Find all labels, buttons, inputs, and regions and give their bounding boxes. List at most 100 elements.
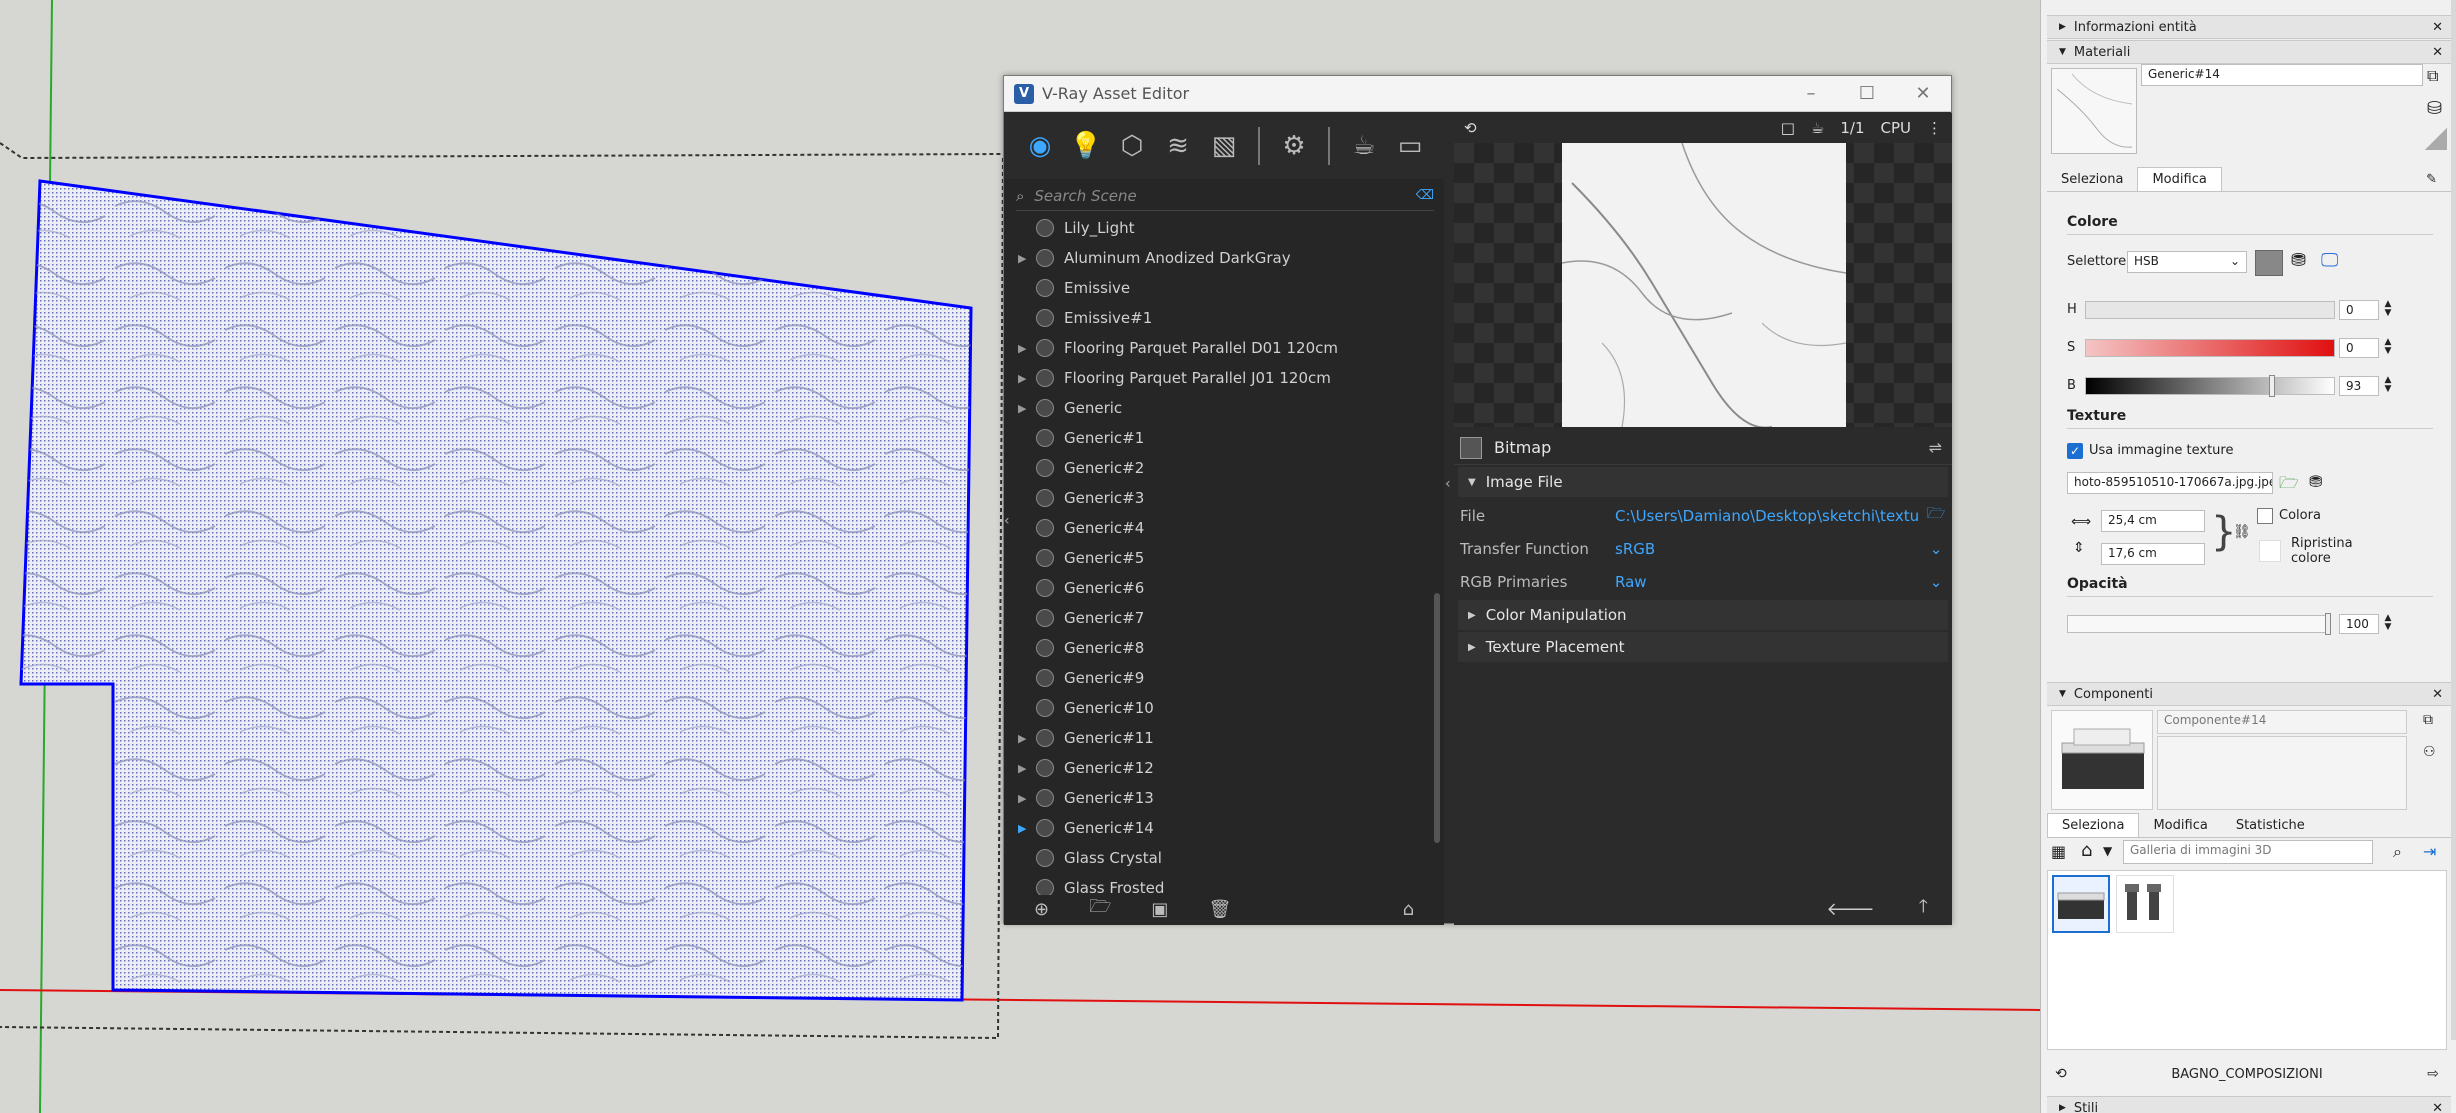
expand-triangle-icon[interactable]: ▶ [1018, 822, 1036, 835]
material-name-field[interactable]: Generic#14 [2141, 64, 2423, 86]
more-options-icon[interactable]: ⋮ [1927, 119, 1942, 137]
opacity-value-field[interactable]: 100 [2339, 614, 2379, 634]
material-list-item[interactable]: Generic#8 [1004, 633, 1436, 663]
material-list-item[interactable]: Emissive#1 [1004, 303, 1436, 333]
reset-color-swatch[interactable] [2259, 540, 2281, 562]
component-name-field[interactable]: Componente#14 [2157, 710, 2407, 734]
open-folder-icon[interactable]: 🗁 [1089, 894, 1111, 924]
material-list-item[interactable]: ▶ Flooring Parquet Parallel D01 120cm [1004, 333, 1436, 363]
color-manipulation-section[interactable]: ▶ Color Manipulation [1458, 600, 1948, 630]
comp-tab-edit[interactable]: Modifica [2139, 814, 2221, 837]
color-swatch[interactable] [2255, 250, 2283, 276]
material-list-item[interactable]: Generic#9 [1004, 663, 1436, 693]
expand-triangle-icon[interactable]: ▶ [1018, 252, 1036, 265]
preview-sync-icon[interactable]: ⟲ [1464, 119, 1477, 137]
h-value-field[interactable]: 0 [2339, 300, 2379, 320]
lock-aspect-icon[interactable]: ⛓ [2233, 524, 2251, 540]
expand-triangle-icon[interactable]: ▶ [1018, 792, 1036, 805]
material-list-item[interactable]: Generic#1 [1004, 423, 1436, 453]
match-screen-color-icon[interactable]: 🖵 [2321, 250, 2338, 271]
material-list-item[interactable]: ▶ Flooring Parquet Parallel J01 120cm [1004, 363, 1436, 393]
file-path-value[interactable]: C:\Users\Damiano\Desktop\sketchi\texture… [1615, 507, 1920, 525]
material-list-item[interactable]: Generic#7 [1004, 603, 1436, 633]
primaries-select[interactable]: Raw [1615, 573, 1920, 591]
material-list-item[interactable]: Generic#5 [1004, 543, 1436, 573]
expand-triangle-icon[interactable]: ▶ [1018, 342, 1036, 355]
navigate-icon[interactable]: ⇥ [2423, 842, 2436, 861]
edit-texture-icon[interactable]: ⛃ [2309, 472, 2322, 491]
material-list-item[interactable]: ▶ Generic [1004, 393, 1436, 423]
material-list-item[interactable]: Generic#2 [1004, 453, 1436, 483]
preview-square-icon[interactable]: □ [1781, 119, 1795, 137]
opacity-stepper[interactable]: ▲ ▼ [2381, 614, 2395, 632]
b-slider-knob[interactable] [2269, 375, 2275, 397]
default-material-icon[interactable] [2425, 128, 2447, 150]
preview-engine[interactable]: CPU [1881, 119, 1912, 137]
s-stepper[interactable]: ▲ ▼ [2381, 338, 2395, 356]
material-list-item[interactable]: Emissive [1004, 273, 1436, 303]
expand-triangle-icon[interactable]: ▶ [1018, 762, 1036, 775]
opacity-slider-knob[interactable] [2325, 613, 2331, 635]
use-texture-checkbox[interactable]: ✓ [2067, 443, 2083, 459]
close-button[interactable]: ✕ [1895, 83, 1951, 104]
clear-filter-icon[interactable]: ⌫ [1416, 188, 1434, 203]
material-list-item[interactable]: Generic#3 [1004, 483, 1436, 513]
component-options-icon[interactable]: ⧉ [2423, 712, 2433, 728]
back-arrow-icon[interactable]: 🡐 [1826, 899, 1874, 920]
material-list-item[interactable]: Generic#10 [1004, 693, 1436, 723]
preview-teapot-icon[interactable]: ☕ [1811, 119, 1824, 137]
comp-tab-stats[interactable]: Statistiche [2222, 814, 2319, 837]
material-list-item[interactable]: Generic#6 [1004, 573, 1436, 603]
comp-tab-select[interactable]: Seleziona [2047, 813, 2140, 837]
browse-folder-icon[interactable]: 🗁 [1920, 503, 1952, 528]
materials-icon[interactable]: ◉ [1024, 130, 1056, 162]
component-details-icon[interactable]: ⚇ [2423, 744, 2436, 760]
search-input[interactable]: Search Scene [1034, 187, 1136, 205]
material-list-item[interactable]: Glass Crystal [1004, 843, 1436, 873]
component-item-faucets[interactable] [2116, 875, 2174, 933]
material-list-item[interactable]: Glass Frosted [1004, 873, 1436, 895]
list-scrollbar[interactable] [1434, 593, 1440, 843]
match-model-color-icon[interactable]: ⛃ [2291, 250, 2306, 271]
window-titlebar[interactable]: V V-Ray Asset Editor – ☐ ✕ [1004, 76, 1951, 112]
search-bar[interactable]: ⌕ Search Scene ⌫ [1016, 181, 1434, 211]
material-list-item[interactable]: Generic#4 [1004, 513, 1436, 543]
texture-width-field[interactable]: 25,4 cm [2101, 510, 2205, 532]
material-list-item[interactable]: ▶ Generic#14 [1004, 813, 1436, 843]
minimize-button[interactable]: – [1783, 83, 1839, 104]
image-file-section[interactable]: ▼ Image File [1458, 467, 1948, 497]
expand-triangle-icon[interactable]: ▶ [1018, 372, 1036, 385]
lights-icon[interactable]: 💡 [1070, 130, 1102, 162]
paint-bucket-icon[interactable]: ⛁ [2427, 98, 2442, 119]
close-panel-icon[interactable]: ✕ [2432, 20, 2443, 35]
h-stepper[interactable]: ▲ ▼ [2381, 300, 2395, 318]
close-panel-icon[interactable]: ✕ [2432, 687, 2443, 702]
entity-info-header[interactable]: ▶ Informazioni entità ✕ [2047, 15, 2451, 39]
search-icon[interactable]: ⌕ [2393, 842, 2402, 862]
browse-texture-icon[interactable]: 🗁 [2279, 472, 2299, 499]
texture-placement-section[interactable]: ▶ Texture Placement [1458, 632, 1948, 662]
eyedropper-icon[interactable]: ✎ [2412, 168, 2451, 191]
components-header[interactable]: ▼ Componenti ✕ [2047, 682, 2451, 706]
maximize-button[interactable]: ☐ [1839, 83, 1895, 104]
materials-header[interactable]: ▼ Materiali ✕ [2047, 40, 2451, 64]
material-list-item[interactable]: ▶ Generic#12 [1004, 753, 1436, 783]
chevron-down-icon[interactable]: ▼ [2103, 844, 2112, 858]
up-arrow-icon[interactable]: 🡑 [1919, 894, 1928, 924]
s-value-field[interactable]: 0 [2339, 338, 2379, 358]
vray-asset-editor-window[interactable]: V V-Ray Asset Editor – ☐ ✕ ◉ 💡 ⬡ ≋ ▧ ⚙ ☕… [1003, 75, 1952, 925]
material-list-item[interactable]: ▶ Generic#11 [1004, 723, 1436, 753]
s-slider[interactable] [2085, 339, 2335, 357]
geometry-icon[interactable]: ⬡ [1116, 130, 1148, 162]
tab-select[interactable]: Seleziona [2047, 168, 2137, 191]
forward-icon[interactable]: ⇨ [2427, 1066, 2439, 1082]
gallery-search-input[interactable]: Galleria di immagini 3D [2123, 840, 2373, 864]
settings-icon[interactable]: ⚙ [1278, 130, 1310, 162]
close-panel-icon[interactable]: ✕ [2432, 1101, 2443, 1113]
expand-triangle-icon[interactable]: ▶ [1018, 732, 1036, 745]
material-list-item[interactable]: ▶ Aluminum Anodized DarkGray [1004, 243, 1436, 273]
collapse-left-icon[interactable]: ‹ [1004, 513, 1010, 529]
component-description-field[interactable] [2157, 736, 2407, 810]
preview-ratio[interactable]: 1/1 [1840, 119, 1864, 137]
view-options-icon[interactable]: ▦ [2051, 842, 2066, 861]
